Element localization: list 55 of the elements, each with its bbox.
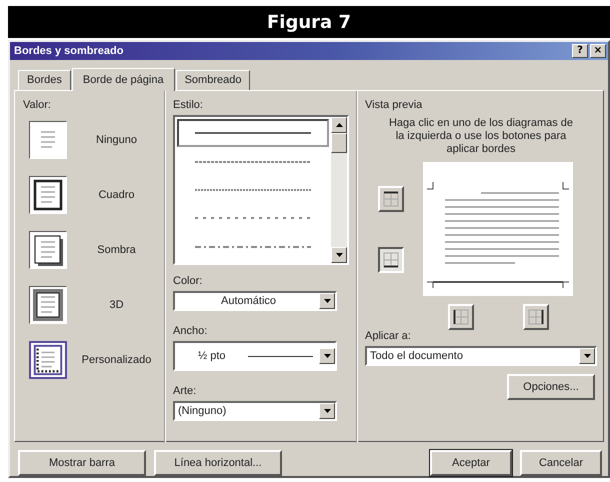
setting-option[interactable] [29,286,67,324]
page-border-icon [31,342,65,378]
setting-option[interactable] [29,341,67,379]
top-border-icon [382,190,400,208]
right-border-icon [526,308,544,326]
left-border-button[interactable] [448,304,474,330]
bottom-border-button[interactable] [378,246,404,272]
tab[interactable]: Bordes [18,70,71,90]
field-label: Ancho: [173,325,208,337]
field-label: Estilo: [173,99,204,111]
option-label: Cuadro [97,189,136,201]
dropdown-field[interactable]: Automático [173,291,337,311]
down-arrow-icon [584,354,590,358]
up-arrow-icon [336,123,342,127]
field-label: Valor: [23,99,52,111]
title-bar-button[interactable]: ? [572,44,588,58]
left-border-icon [452,308,470,326]
down-arrow-icon [324,354,330,358]
scrollbar[interactable] [331,117,347,263]
field-label: Aplicar a: [365,330,412,342]
field-label: Vista previa [365,99,424,111]
dialog-button[interactable]: Aceptar [430,450,512,476]
tab[interactable]: Borde de página [72,68,175,91]
field-label: Color: [173,275,204,287]
dialog-button[interactable]: Línea horizontal... [154,450,282,476]
option-label: Personalizado [80,354,152,366]
dropdown-field[interactable]: ½ pto [173,341,337,371]
down-arrow-icon [336,253,342,257]
right-border-button[interactable] [522,304,548,330]
dropdown-field[interactable]: (Ninguno) [173,401,337,421]
style-list[interactable] [173,115,349,265]
bottom-border-icon [382,250,400,268]
options-button[interactable]: Opciones... [507,374,595,400]
tab[interactable]: Sombreado [176,70,250,90]
option-label: Ninguno [95,134,138,146]
page-border-icon [30,287,66,323]
window-title: Bordes y sombreado [14,45,124,57]
down-arrow-icon [324,299,330,303]
title-bar-button[interactable]: × [590,44,606,58]
instruction-text: Haga clic en uno de los diagramas de la izquierda o use los botones para aplicar bordes [388,117,574,156]
dialog-button[interactable]: Mostrar barra [18,450,146,476]
dialog-button[interactable]: Cancelar [520,450,602,476]
field-label: Arte: [173,385,198,397]
dropdown-field[interactable]: Todo el documento [365,346,597,366]
line-style-item[interactable] [177,119,329,148]
figure-caption: Figura 7 [267,12,351,32]
setting-option[interactable] [29,121,67,159]
option-label: Sombra [96,244,137,256]
scroll-thumb[interactable] [331,133,347,153]
top-border-button[interactable] [378,186,404,212]
value-text: ½ pto [197,350,226,362]
option-label: 3D [108,299,125,311]
setting-option[interactable] [29,176,67,214]
setting-option[interactable] [29,231,67,269]
down-arrow-icon [324,409,330,413]
